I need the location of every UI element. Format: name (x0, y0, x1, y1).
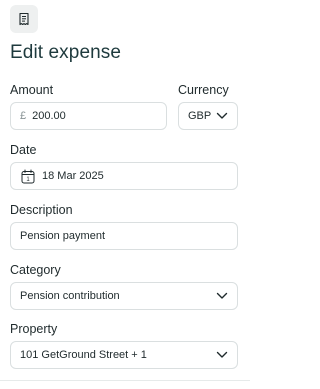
property-value: 101 GetGround Street + 1 (20, 349, 147, 361)
date-label: Date (10, 143, 37, 157)
description-value: Pension payment (20, 230, 105, 242)
calendar-icon-day: 1 (26, 177, 30, 183)
currency-symbol: £ (20, 110, 27, 122)
amount-label: Amount (10, 83, 54, 97)
date-picker[interactable]: 1 18 Mar 2025 (10, 162, 238, 190)
currency-select[interactable]: GBP (178, 102, 238, 130)
chevron-down-icon (216, 112, 228, 119)
description-label: Description (10, 203, 73, 217)
category-value: Pension contribution (20, 290, 120, 302)
date-value: 18 Mar 2025 (42, 170, 104, 182)
property-select[interactable]: 101 GetGround Street + 1 (10, 341, 238, 369)
page-title: Edit expense (10, 42, 122, 63)
amount-value: 200.00 (32, 110, 66, 122)
chevron-down-icon (216, 292, 228, 299)
property-label: Property (10, 322, 58, 336)
currency-label: Currency (178, 83, 229, 97)
chevron-down-icon (216, 351, 228, 358)
amount-input[interactable]: £ 200.00 (10, 102, 167, 130)
category-select[interactable]: Pension contribution (10, 282, 238, 310)
calendar-icon: 1 (21, 169, 35, 183)
footer-divider (0, 380, 250, 381)
receipt-icon-tile (10, 5, 38, 33)
description-input[interactable]: Pension payment (10, 222, 238, 250)
receipt-icon (19, 12, 29, 26)
category-label: Category (10, 263, 61, 277)
currency-value: GBP (188, 110, 212, 122)
